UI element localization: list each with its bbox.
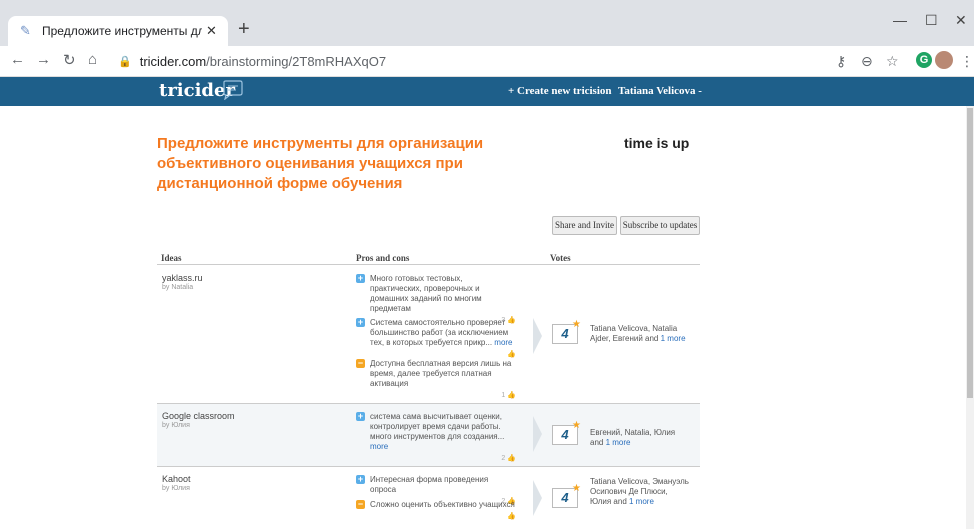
- idea-author: by Юлия: [162, 422, 190, 429]
- argument-text: Доступна бесплатная версия лишь на время…: [370, 359, 512, 388]
- profile-avatar[interactable]: [935, 51, 953, 69]
- maximize-icon[interactable]: ☐: [925, 12, 938, 29]
- create-new-tricision-link[interactable]: + Create new tricision: [508, 85, 612, 97]
- lock-icon: 🔒: [118, 55, 132, 68]
- pro-plus-icon: +: [356, 411, 365, 421]
- status-text: time is up: [624, 135, 690, 151]
- url-input[interactable]: 🔒 tricider.com/brainstorming/2T8mRHAXqO7: [118, 49, 818, 73]
- pro-argument: + Система самостоятельно проверяет больш…: [356, 318, 516, 360]
- argument-votes: 2: [501, 455, 506, 462]
- con-minus-icon: −: [356, 358, 365, 368]
- logo-speech-icon: [222, 80, 262, 101]
- share-invite-button[interactable]: Share and Invite: [552, 216, 617, 235]
- pro-plus-icon: +: [356, 273, 365, 283]
- thumbs-up-icon[interactable]: 👍: [507, 351, 516, 358]
- pros-cons-header: Pros and cons: [356, 253, 410, 263]
- argument-text: система сама высчитывает оценки, контрол…: [370, 412, 505, 441]
- voters-list: Tatiana Velicova, Эмануэль Осипович Де П…: [590, 477, 690, 507]
- pro-argument: + система сама высчитывает оценки, контр…: [356, 412, 516, 464]
- votes-header: Votes: [550, 253, 571, 263]
- reload-icon[interactable]: ↻: [63, 51, 76, 69]
- url-path: /brainstorming/2T8mRHAXqO7: [206, 53, 387, 69]
- idea-author: by Natalia: [162, 284, 194, 291]
- url-domain: tricider.com: [139, 53, 207, 69]
- argument-text: Сложно оценить объективно учащихся: [370, 500, 515, 509]
- extension-g-icon[interactable]: G: [916, 52, 932, 68]
- voters-more-link[interactable]: 1 more: [661, 334, 686, 343]
- con-argument: − Сложно оценить объективно учащихся 👍: [356, 500, 516, 522]
- tab-title: Предложите инструменты для с: [42, 24, 202, 38]
- thumbs-up-icon[interactable]: 👍: [507, 392, 516, 399]
- browser-tab-bar: ✎ Предложите инструменты для с ✕ + — ☐ ✕: [0, 0, 974, 46]
- scrollbar-thumb[interactable]: [967, 108, 973, 398]
- subscribe-button[interactable]: Subscribe to updates: [620, 216, 700, 235]
- thumbs-up-icon[interactable]: 👍: [507, 513, 516, 520]
- tricider-favicon-icon: ✎: [20, 23, 31, 38]
- argument-votes: 1: [501, 392, 506, 399]
- argument-text: Система самостоятельно проверяет большин…: [370, 318, 509, 347]
- voters-list: Tatiana Velicova, Natalia Ajder, Евгений…: [590, 324, 690, 344]
- chevron-right-icon: [533, 416, 542, 452]
- question-title: Предложите инструменты для организации о…: [157, 135, 484, 192]
- header-divider: [157, 264, 700, 265]
- idea-title[interactable]: yaklass.ru by Natalia: [162, 273, 203, 291]
- ideas-header: Ideas: [161, 253, 182, 263]
- site-header: tricider + Create new tricision Tatiana …: [0, 77, 974, 106]
- idea-name[interactable]: Kahoot: [162, 474, 191, 484]
- idea-title[interactable]: Kahoot by Юлия: [162, 474, 191, 492]
- page-scrollbar[interactable]: [966, 106, 974, 529]
- pro-plus-icon: +: [356, 317, 365, 327]
- argument-text: Много готовых тестовых, практических, пр…: [370, 274, 482, 313]
- voters-list: Евгений, Natalia, Юлия and 1 more: [590, 428, 690, 448]
- menu-dots-icon[interactable]: ⋮: [960, 53, 974, 70]
- con-minus-icon: −: [356, 499, 365, 509]
- argument-text: Интересная форма проведения опроса: [370, 475, 489, 494]
- idea-author: by Юлия: [162, 485, 190, 492]
- star-icon: ★: [572, 483, 581, 494]
- voters-more-link[interactable]: 1 more: [606, 438, 631, 447]
- bookmark-star-icon[interactable]: ☆: [886, 53, 899, 70]
- star-icon: ★: [572, 420, 581, 431]
- window-close-icon[interactable]: ✕: [955, 12, 967, 29]
- more-link[interactable]: more: [370, 442, 388, 451]
- idea-name[interactable]: yaklass.ru: [162, 273, 203, 283]
- pro-plus-icon: +: [356, 474, 365, 484]
- con-argument: − Доступна бесплатная версия лишь на вре…: [356, 359, 516, 401]
- forward-arrow-icon[interactable]: →: [36, 51, 51, 68]
- idea-title[interactable]: Google classroom by Юлия: [162, 411, 235, 429]
- home-icon[interactable]: ⌂: [88, 51, 97, 68]
- voters-names: Евгений, Natalia, Юлия and: [590, 428, 676, 447]
- zoom-icon[interactable]: ⊖: [861, 53, 873, 70]
- key-icon[interactable]: ⚷: [836, 53, 846, 70]
- thumbs-up-icon[interactable]: 👍: [507, 455, 516, 462]
- address-bar: ← → ↻ ⌂ 🔒 tricider.com/brainstorming/2T8…: [0, 46, 974, 77]
- row-divider: [157, 466, 700, 467]
- star-icon: ★: [572, 319, 581, 330]
- chevron-right-icon: [533, 318, 542, 354]
- new-tab-icon[interactable]: +: [238, 19, 250, 39]
- chevron-right-icon: [533, 480, 542, 516]
- close-tab-icon[interactable]: ✕: [206, 23, 217, 39]
- user-menu[interactable]: Tatiana Velicova -: [618, 85, 702, 97]
- back-arrow-icon[interactable]: ←: [10, 51, 25, 68]
- browser-tab[interactable]: ✎ Предложите инструменты для с ✕: [8, 16, 228, 46]
- idea-name[interactable]: Google classroom: [162, 411, 235, 421]
- voters-more-link[interactable]: 1 more: [629, 497, 654, 506]
- more-link[interactable]: more: [494, 338, 512, 347]
- minimize-icon[interactable]: —: [893, 12, 907, 28]
